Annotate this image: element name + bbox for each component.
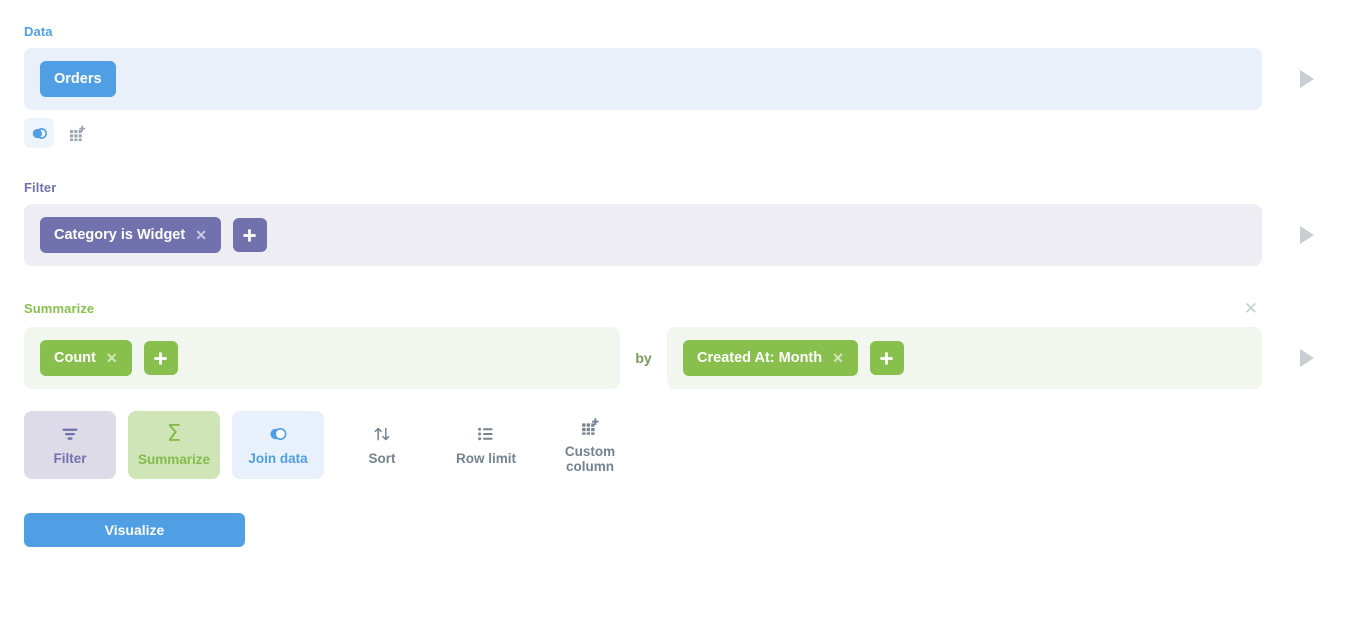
custom-column-icon xyxy=(69,125,85,141)
plus-icon xyxy=(243,228,257,242)
sigma-icon: Σ xyxy=(166,421,182,447)
summarize-by-label: by xyxy=(635,350,652,366)
filter-section-label: Filter xyxy=(24,180,57,195)
action-custom-column-button[interactable]: Custom column xyxy=(544,411,636,479)
summarize-metric-panel: Count ✕ xyxy=(24,327,620,389)
action-filter-label: Filter xyxy=(53,451,87,466)
notebook-editor: Data Orders Filter Category is Widget ✕ … xyxy=(0,0,1351,623)
spacer-data-filter xyxy=(0,148,1351,180)
visualize-button[interactable]: Visualize xyxy=(24,513,245,547)
remove-summarize-button[interactable]: ✕ xyxy=(1240,298,1262,319)
data-section-row: Orders xyxy=(0,48,1351,110)
action-summarize-button[interactable]: Σ Summarize xyxy=(128,411,220,479)
summarize-metric-chip[interactable]: Count ✕ xyxy=(40,340,132,376)
list-icon xyxy=(478,427,493,441)
summarize-metric-label: Count xyxy=(54,350,96,366)
close-icon[interactable]: ✕ xyxy=(832,351,844,365)
join-data-icon-button[interactable] xyxy=(24,118,54,148)
filter-preview-button[interactable] xyxy=(1262,204,1351,266)
join-data-icon xyxy=(270,428,287,440)
summarize-section-row: Count ✕ by Created At: Month ✕ xyxy=(0,327,1351,389)
add-metric-button[interactable] xyxy=(143,341,178,375)
action-sort-label: Sort xyxy=(368,451,396,466)
action-summarize-label: Summarize xyxy=(137,452,211,467)
close-icon[interactable]: ✕ xyxy=(106,351,118,365)
filter-section: Filter Category is Widget ✕ xyxy=(0,180,1351,266)
action-join-data-button[interactable]: Join data xyxy=(232,411,324,479)
summarize-breakout-panel: Created At: Month ✕ xyxy=(667,327,1262,389)
action-row-limit-label: Row limit xyxy=(456,451,516,466)
filter-panel: Category is Widget ✕ xyxy=(24,204,1262,266)
action-sort-button[interactable]: Sort xyxy=(336,411,428,479)
custom-column-icon xyxy=(582,417,599,435)
action-filter-button[interactable]: Filter xyxy=(24,411,116,479)
filter-chip[interactable]: Category is Widget ✕ xyxy=(40,217,221,253)
summarize-preview-button[interactable] xyxy=(1262,327,1351,389)
plus-icon xyxy=(880,351,893,365)
data-table-chip[interactable]: Orders xyxy=(40,61,116,97)
action-join-data-label: Join data xyxy=(248,451,308,466)
data-step-actions xyxy=(24,118,1351,148)
data-panel[interactable]: Orders xyxy=(24,48,1262,110)
data-section: Data Orders xyxy=(0,0,1351,148)
add-filter-button[interactable] xyxy=(232,218,267,252)
join-data-icon xyxy=(32,127,47,139)
custom-column-icon-button[interactable] xyxy=(62,118,92,148)
summarize-panels: Count ✕ by Created At: Month ✕ xyxy=(24,327,1262,389)
filter-chip-label: Category is Widget xyxy=(54,227,186,243)
play-icon xyxy=(1299,70,1314,88)
spacer-filter-summarize xyxy=(0,266,1351,298)
summarize-section-head: Summarize ✕ xyxy=(0,298,1351,319)
step-action-buttons: Filter Σ Summarize Join data Sort Row li… xyxy=(24,411,1351,479)
data-section-label: Data xyxy=(24,24,53,39)
plus-icon xyxy=(154,351,167,365)
summarize-section-label: Summarize xyxy=(24,300,95,316)
summarize-breakout-label: Created At: Month xyxy=(697,350,823,366)
summarize-section: Summarize ✕ Count ✕ by Created At: Month… xyxy=(0,298,1351,389)
filter-funnel-icon xyxy=(62,428,78,440)
play-icon xyxy=(1299,349,1314,367)
data-preview-button[interactable] xyxy=(1262,48,1351,110)
sort-arrows-icon xyxy=(374,427,390,441)
action-custom-column-label: Custom column xyxy=(564,443,616,474)
filter-section-row: Category is Widget ✕ xyxy=(0,204,1351,266)
action-row-limit-button[interactable]: Row limit xyxy=(440,411,532,479)
close-icon[interactable]: ✕ xyxy=(195,228,207,242)
add-breakout-button[interactable] xyxy=(869,341,904,375)
play-icon xyxy=(1299,226,1314,244)
summarize-breakout-chip[interactable]: Created At: Month ✕ xyxy=(683,340,858,376)
